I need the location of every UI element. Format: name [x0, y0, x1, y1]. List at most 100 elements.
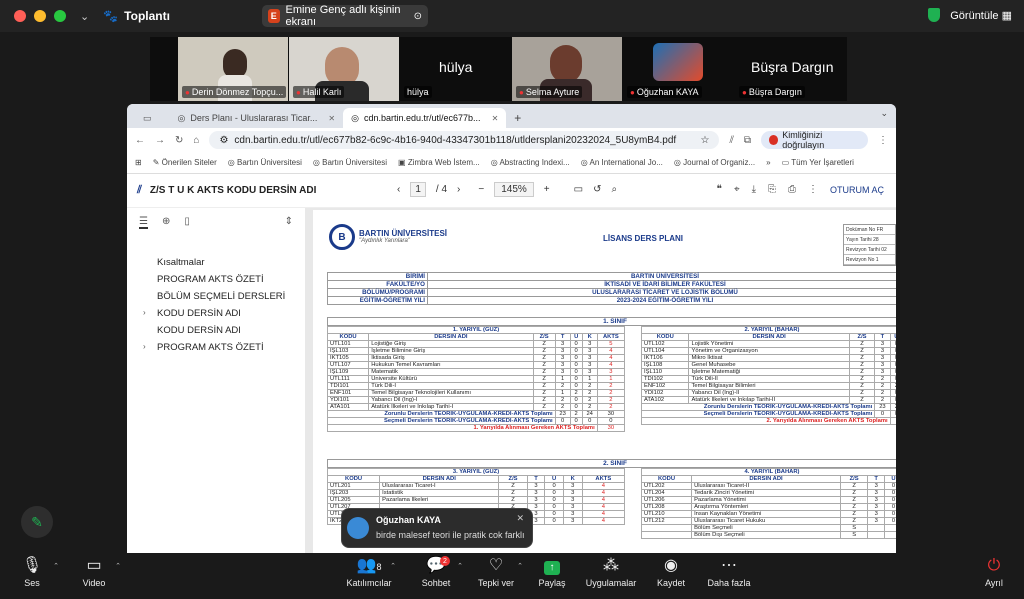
table-cell: 30 — [596, 424, 626, 432]
document-title: LİSANS DERS PLANI — [603, 234, 684, 243]
outline-item[interactable]: › PROGRAM AKTS ÖZETİ — [127, 338, 305, 355]
view-button[interactable]: Görüntüle ▦ — [950, 9, 1012, 22]
table-cell: DERSİN ADI — [368, 333, 534, 341]
screen-share-indicator[interactable]: E Emine Genç adlı kişinin ekranı ⊙ — [262, 4, 428, 28]
table-cell: Lojistik Yönetimi — [688, 340, 850, 348]
sign-icon[interactable]: ⌖ — [734, 184, 740, 195]
more-button[interactable]: ⋯ Daha fazla — [694, 556, 764, 588]
outline-item[interactable]: Kısaltmalar — [127, 253, 305, 270]
menu-icon[interactable]: ⋮ — [878, 135, 888, 146]
table-cell: 4 — [581, 489, 626, 497]
table-cell: Zorunlu Derslerin TEORİK-UYGULAMA-KREDİ-… — [327, 410, 556, 418]
table-cell: Z — [848, 340, 876, 348]
table-row: KODUDERSİN ADIZ/STU — [640, 475, 896, 483]
rotate-icon[interactable]: ↺ — [593, 184, 601, 195]
back-icon[interactable]: ← — [135, 135, 145, 146]
paw-icon: 🐾 — [103, 9, 119, 23]
participant-tile[interactable]: Büşra Dargın ● Büşra Dargın — [735, 37, 847, 101]
pdf-viewer[interactable]: B BARTIN ÜNİVERSİTESİ "Aydınlık Yarınlara… — [305, 208, 896, 553]
sidebar-toggle-icon[interactable]: ▭ — [143, 113, 152, 124]
close-icon[interactable]: ✕ — [516, 513, 524, 524]
next-page-icon[interactable]: › — [457, 184, 460, 195]
participant-tile[interactable]: ● Oğuzhan KAYA — [623, 37, 733, 101]
bookmark-item[interactable]: ◎ Bartın Üniversitesi — [228, 158, 302, 167]
extension-icon[interactable]: ⫽ — [729, 135, 733, 146]
forward-icon[interactable]: → — [155, 135, 165, 146]
comment-icon[interactable]: ❝ — [717, 184, 722, 195]
zoom-input[interactable]: 145% — [494, 182, 534, 197]
more-icon[interactable]: ⊙ — [414, 11, 422, 22]
home-icon[interactable]: ⌂ — [193, 135, 199, 146]
annotations-icon[interactable]: ⊕ — [162, 216, 170, 229]
table-row: 3. YARIYIL (GÜZ) — [327, 468, 625, 476]
table-cell: Z/S — [532, 333, 556, 341]
table-cell: Z/S — [498, 475, 528, 483]
expand-icon[interactable]: ⇕ — [285, 216, 293, 229]
table-cell: Türk Dili-I — [368, 382, 534, 390]
table-cell: Zorunlu Derslerin TEORİK-UYGULAMA-KREDİ-… — [640, 403, 876, 411]
search-icon[interactable]: ⌕ — [611, 184, 617, 195]
bookmark-item[interactable]: ✎ Önerilen Siteler — [153, 158, 217, 167]
mic-muted-icon: ● — [742, 88, 747, 97]
participant-tile[interactable]: ● Derin Dönmez Topçu... — [178, 37, 288, 101]
bookmark-item[interactable]: ◎ Bartın Üniversitesi — [313, 158, 387, 167]
prev-page-icon[interactable]: ‹ — [397, 184, 400, 195]
bookmark-item[interactable]: ▣ Zimbra Web İstem... — [398, 158, 480, 167]
leave-button[interactable]: ⏻ Ayrıl — [959, 556, 1024, 588]
new-tab-button[interactable]: + — [514, 111, 521, 125]
tab-pdf[interactable]: ◎ cdn.bartin.edu.tr/utl/ec677b... ✕ — [343, 108, 507, 128]
bookmark-item[interactable]: ◎ Journal of Organiz... — [674, 158, 755, 167]
participant-tile[interactable]: hülya hülya — [400, 37, 510, 101]
login-button[interactable]: OTURUM AÇ — [830, 185, 884, 195]
fit-page-icon[interactable]: ▭ — [574, 184, 583, 195]
maximize-window-button[interactable] — [54, 10, 66, 22]
verify-identity-button[interactable]: Kimliğinizi doğrulayın — [761, 130, 868, 150]
table-row: 2. Yarıyılda Alınması Gereken AKTS Topla… — [641, 417, 896, 425]
annotate-button[interactable]: ✎ — [21, 506, 53, 538]
more-bookmarks-icon[interactable]: » — [766, 158, 770, 167]
shared-browser-window: ▭ ◎ Ders Planı - Uluslararası Ticar... ✕… — [127, 104, 896, 553]
more-icon[interactable]: ⋮ — [808, 184, 818, 195]
table-row: ATA101 Atatürk İlkeleri ve İnkılap Tarihi… — [326, 403, 626, 411]
bookmark-item[interactable]: ◎ Abstracting Indexi... — [491, 158, 570, 167]
table-cell: 0 — [889, 389, 896, 397]
download-icon[interactable]: ⤓ — [752, 184, 756, 195]
puzzle-icon[interactable]: ⧉ — [744, 135, 751, 146]
url-field[interactable]: ⚙ cdn.bartin.edu.tr/utl/ec677b82-6c9c-4b1… — [209, 131, 720, 149]
chat-notification[interactable]: Oğuzhan KAYA birde malesef teori ile pra… — [341, 508, 533, 548]
tab-search-button[interactable]: ⌄ — [880, 108, 888, 119]
shield-icon[interactable] — [928, 8, 941, 22]
zoom-out-icon[interactable]: − — [478, 184, 484, 195]
participant-tile[interactable]: ● Halil Karlı — [289, 37, 399, 101]
minimize-window-button[interactable] — [34, 10, 46, 22]
page-input[interactable]: 1 — [410, 182, 426, 197]
chevron-down-icon[interactable]: ⌄ — [80, 10, 89, 23]
close-window-button[interactable] — [14, 10, 26, 22]
bookmark-item[interactable]: ◎ An International Jo... — [581, 158, 663, 167]
star-icon[interactable]: ☆ — [700, 135, 709, 146]
attachments-icon[interactable]: ▯ — [184, 216, 190, 229]
participants-button[interactable]: 👥8 Katılımcılar ⌃ — [334, 556, 404, 588]
print-icon[interactable]: ⎙ — [788, 184, 796, 195]
participant-tile[interactable]: ● Selma Ayture — [512, 37, 622, 101]
close-icon[interactable]: ✕ — [328, 114, 335, 123]
outline-item[interactable]: BÖLÜM SEÇMELİ DERSLERİ — [127, 287, 305, 304]
outline-item[interactable]: KODU DERSİN ADI — [127, 321, 305, 338]
share-icon[interactable]: ⎘ — [768, 184, 776, 195]
close-icon[interactable]: ✕ — [492, 114, 499, 123]
sinif-header: 1. SINIF — [327, 317, 896, 326]
table-cell: 3 — [554, 340, 571, 348]
outline-list-icon[interactable]: ☰ — [139, 216, 148, 229]
table-cell: 4 — [596, 347, 626, 355]
apps-icon[interactable]: ⊞ — [135, 158, 142, 167]
video-button[interactable]: ▭ Video ⌃ — [59, 556, 129, 588]
outline-item[interactable]: PROGRAM AKTS ÖZETİ — [127, 270, 305, 287]
tab-ders-plani[interactable]: ◎ Ders Planı - Uluslararası Ticar... ✕ — [170, 108, 344, 128]
table-cell: 2 — [874, 375, 891, 383]
reload-icon[interactable]: ↻ — [175, 135, 183, 146]
outline-item[interactable]: › KODU DERSİN ADI — [127, 304, 305, 321]
mic-muted-icon: ● — [519, 88, 524, 97]
audio-button[interactable]: 🎙 Ses ⌃ — [0, 556, 67, 588]
zoom-in-icon[interactable]: + — [544, 184, 550, 195]
all-bookmarks[interactable]: ▭ Tüm Yer İşaretleri — [782, 158, 854, 167]
